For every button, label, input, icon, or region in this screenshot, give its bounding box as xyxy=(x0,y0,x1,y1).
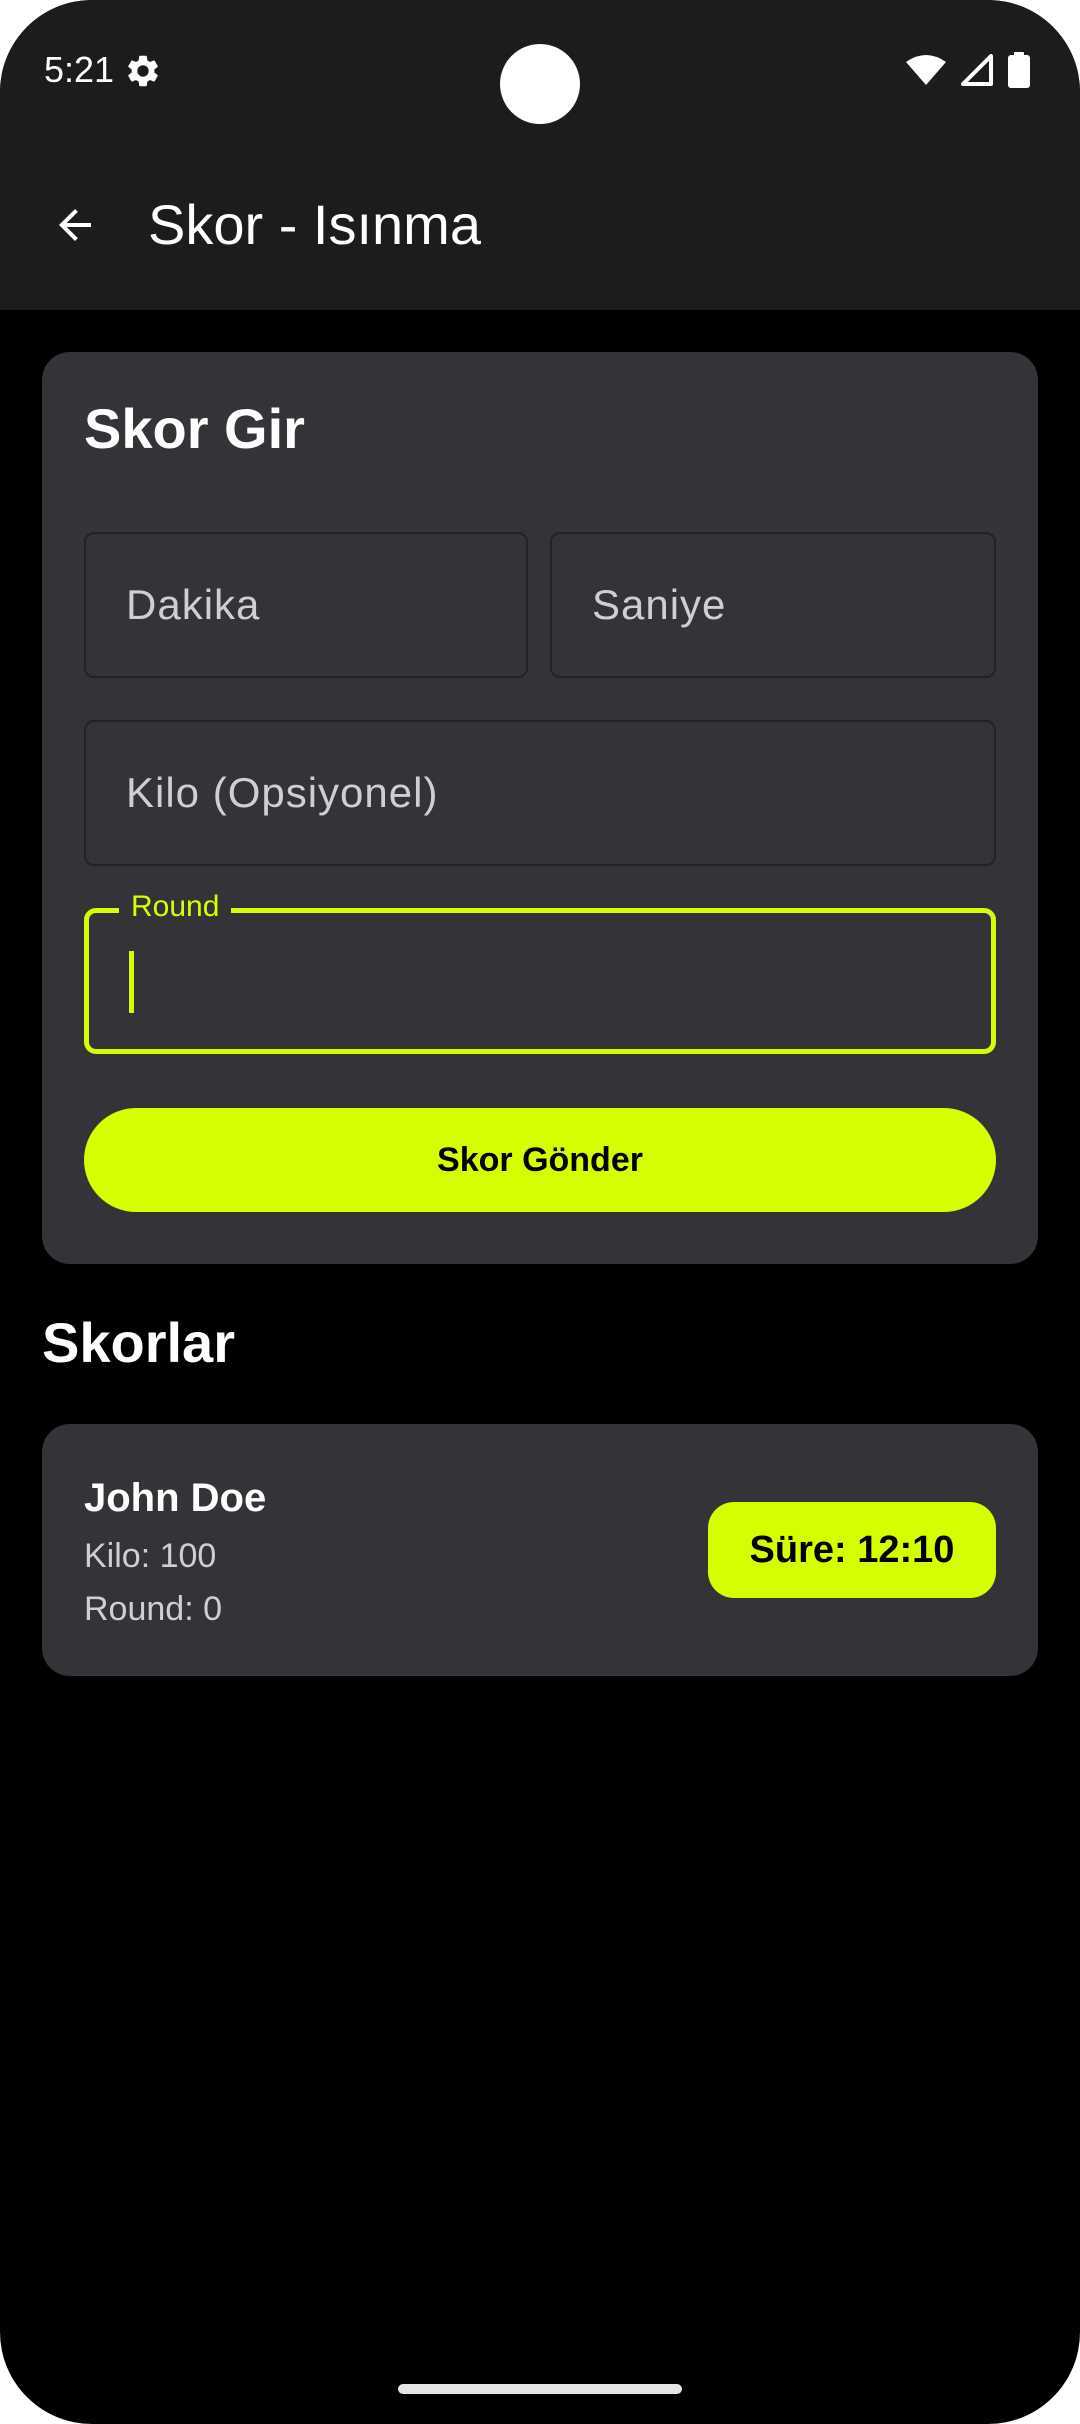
score-list-item[interactable]: John Doe Kilo: 100 Round: 0 Süre: 12:10 xyxy=(42,1424,1038,1676)
round-input[interactable]: Round xyxy=(84,887,996,1054)
status-time: 5:21 xyxy=(44,49,115,90)
seconds-placeholder: Saniye xyxy=(592,581,727,628)
back-button[interactable] xyxy=(40,190,110,260)
minutes-placeholder: Dakika xyxy=(126,581,261,628)
score-weight: Kilo: 100 xyxy=(84,1537,217,1575)
arrow-left-icon xyxy=(59,209,91,241)
home-indicator[interactable] xyxy=(398,2384,682,2394)
score-entry-title: Skor Gir xyxy=(84,397,305,460)
score-athlete-name: John Doe xyxy=(84,1476,267,1520)
score-round: Round: 0 xyxy=(84,1590,222,1628)
round-label: Round xyxy=(119,887,232,927)
score-entry-card: Skor Gir Dakika Saniye Kilo (Opsiyonel) … xyxy=(42,352,1038,1264)
status-icons xyxy=(906,52,1030,88)
signal-icon xyxy=(961,54,993,86)
wifi-icon xyxy=(906,55,946,85)
weight-placeholder: Kilo (Opsiyonel) xyxy=(126,769,439,816)
scores-heading: Skorlar xyxy=(42,1311,235,1374)
page-title: Skor - Isınma xyxy=(148,193,481,256)
status-bar: 5:21 xyxy=(0,0,1080,140)
text-cursor xyxy=(129,951,134,1013)
weight-input[interactable]: Kilo (Opsiyonel) xyxy=(84,720,996,866)
minutes-input[interactable]: Dakika xyxy=(84,532,528,678)
phone-screen: 5:21 Skor - Isınma Skor Gir Dakika Saniy… xyxy=(0,0,1080,2424)
camera-cutout xyxy=(500,44,580,124)
top-app-bar: Skor - Isınma xyxy=(0,140,1080,310)
score-time-badge: Süre: 12:10 xyxy=(708,1502,996,1598)
seconds-input[interactable]: Saniye xyxy=(550,532,996,678)
submit-score-button[interactable]: Skor Gönder xyxy=(84,1108,996,1212)
gear-icon xyxy=(128,55,158,87)
battery-icon xyxy=(1008,52,1030,88)
